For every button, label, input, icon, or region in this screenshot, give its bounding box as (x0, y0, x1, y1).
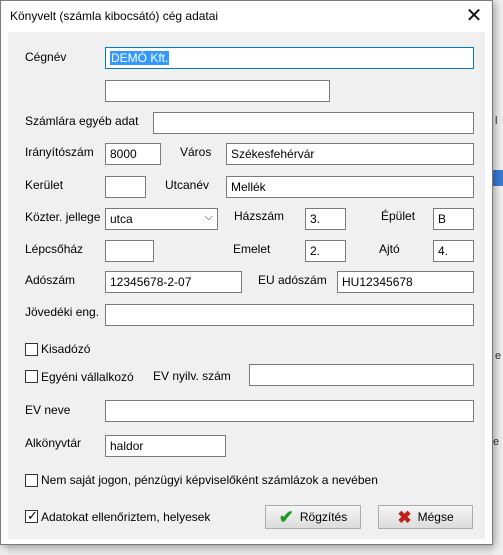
alkonyvtar-input[interactable]: haldor (105, 435, 226, 457)
eu-adoszam-label: EU adószám (258, 273, 327, 287)
hazszam-label: Házszám (234, 209, 285, 223)
jovedeki-input[interactable] (105, 304, 474, 326)
background-text: l (495, 115, 498, 127)
ev-neve-label: EV neve (25, 403, 71, 417)
kerulet-label: Kerület (25, 178, 64, 192)
epulet-input[interactable]: B (433, 208, 474, 230)
hazszam-input[interactable]: 3. (305, 208, 346, 230)
kozter-jellege-label: Közter. jellege (25, 210, 101, 224)
company-data-dialog: Könyvelt (számla kibocsátó) cég adatai ✕… (0, 0, 493, 545)
background-selection (493, 170, 503, 186)
ev-nyilv-input[interactable] (249, 364, 474, 386)
cancel-button-label: Mégse (417, 510, 454, 524)
egyeb-label: Számlára egyéb adat (25, 114, 139, 128)
chevron-down-icon[interactable]: ⌵ (205, 211, 213, 224)
dialog-title: Könyvelt (számla kibocsátó) cég adatai (10, 9, 219, 23)
kozter-jellege-value: utca (110, 212, 133, 226)
kozter-jellege-select[interactable]: utca ⌵ (105, 208, 218, 230)
nem-sajat-jogon-checkbox[interactable] (25, 474, 38, 487)
cegnev-label: Cégnév (25, 50, 67, 64)
utcanev-input[interactable]: Mellék (226, 176, 474, 198)
eu-adoszam-input[interactable]: HU12345678 (337, 271, 474, 293)
utcanev-label: Utcanév (165, 178, 210, 192)
background-text: e (493, 436, 500, 448)
varos-input[interactable]: Székesfehérvár (226, 143, 474, 165)
cegnev-input[interactable]: DEMÓ Kft. (105, 47, 474, 69)
check-icon: ✔ (278, 507, 294, 527)
nem-sajat-jogon-label[interactable]: Nem saját jogon, pénzügyi képviselőként … (41, 473, 378, 487)
adoszam-label: Adószám (25, 273, 76, 287)
cancel-button[interactable]: ✖ Mégse (378, 505, 473, 529)
egyeni-vallalkozo-checkbox[interactable] (25, 370, 38, 383)
dialog-body: Cégnév DEMÓ Kft. Számlára egyéb adat Irá… (8, 32, 485, 539)
adatokat-ellenoriztem-checkbox[interactable]: ✓ (25, 508, 38, 523)
egyeb-input[interactable] (153, 112, 474, 134)
egyeni-vallalkozo-label[interactable]: Egyéni vállalkozó (41, 370, 134, 384)
cegnev-second-line-input[interactable] (105, 80, 330, 102)
epulet-label: Épület (381, 209, 416, 223)
ajto-input[interactable]: 4. (433, 240, 474, 262)
background-text: e (495, 350, 502, 362)
alkonyvtar-label: Alkönyvtár (25, 436, 82, 450)
ev-nyilv-label: EV nyilv. szám (153, 369, 231, 383)
lepcsohaz-input[interactable] (105, 240, 154, 262)
kisadozo-checkbox[interactable] (25, 343, 38, 356)
title-bar[interactable]: Könyvelt (számla kibocsátó) cég adatai ✕ (1, 1, 492, 32)
background-app-right (493, 0, 503, 555)
close-icon[interactable]: ✕ (457, 3, 491, 29)
kerulet-input[interactable] (105, 176, 146, 198)
varos-label: Város (180, 145, 212, 159)
x-icon: ✖ (397, 507, 412, 527)
ev-neve-input[interactable] (105, 400, 474, 422)
adatokat-ellenoriztem-label[interactable]: Adatokat ellenőriztem, helyesek (41, 510, 210, 524)
adoszam-input[interactable]: 12345678-2-07 (105, 271, 242, 293)
ajto-label: Ajtó (379, 242, 400, 256)
iranyitoszam-label: Irányítószám (25, 145, 94, 159)
lepcsohaz-label: Lépcsőház (25, 242, 84, 256)
jovedeki-label: Jövedéki eng. (25, 305, 100, 319)
kisadozo-label[interactable]: Kisadózó (41, 342, 90, 356)
save-button-label: Rögzítés (299, 510, 348, 524)
emelet-label: Emelet (233, 242, 271, 256)
emelet-input[interactable]: 2. (305, 240, 346, 262)
save-button[interactable]: ✔ Rögzítés (265, 505, 361, 529)
cegnev-value: DEMÓ Kft. (110, 51, 170, 65)
checkmark-icon: ✓ (27, 508, 38, 523)
iranyitoszam-input[interactable]: 8000 (105, 143, 161, 165)
